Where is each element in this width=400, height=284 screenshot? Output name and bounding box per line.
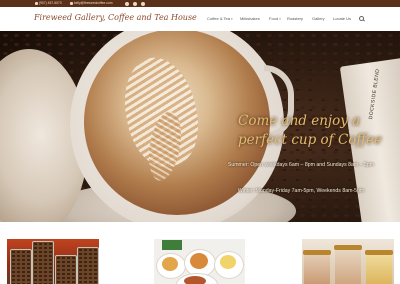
- jar-image: [32, 241, 54, 284]
- facebook-icon[interactable]: [125, 1, 129, 6]
- nav-item-milkshakes[interactable]: Milkshakes: [240, 16, 260, 21]
- site-header: Fireweed Gallery, Coffee and Tea House C…: [0, 7, 400, 32]
- nav-item-gallery[interactable]: Gallery: [312, 16, 325, 21]
- nav-item-food[interactable]: Food ▾: [269, 16, 281, 21]
- email-link[interactable]: kelly@fireweedcoffee.com: [70, 0, 112, 7]
- thumbnail-mason-jar-drinks[interactable]: [302, 239, 394, 284]
- thumbnail-coffee-bean-jars[interactable]: [7, 239, 99, 284]
- instagram-icon[interactable]: [141, 1, 145, 6]
- top-contact-bar: (907) 457-5073 kelly@fireweedcoffee.com: [0, 0, 400, 7]
- chevron-down-icon: ▾: [231, 17, 233, 21]
- mason-jar-image: [334, 245, 362, 284]
- search-icon[interactable]: [359, 16, 365, 21]
- nav-item-roastery[interactable]: Roastery: [287, 16, 303, 21]
- food-image: [220, 255, 236, 269]
- email-icon: [70, 1, 73, 5]
- food-image: [162, 257, 178, 271]
- chevron-down-icon: ▾: [279, 17, 281, 21]
- food-image: [184, 276, 206, 284]
- jar-image: [10, 249, 32, 284]
- hero-winter-hours: Winter: Monday-Friday 7am-5pm, Weekends …: [237, 188, 365, 194]
- nav-item-coffee-tea[interactable]: Coffee & Tea ▾: [207, 16, 233, 21]
- twitter-icon[interactable]: [133, 1, 137, 6]
- hero-title: Come and enjoy a perfect cup of Coffee: [238, 113, 382, 148]
- jar-image: [55, 255, 77, 284]
- hero-summer-hours: Summer: Open weekdays 6am – 8pm and Sund…: [227, 162, 375, 168]
- jar-image: [77, 247, 99, 284]
- phone-link[interactable]: (907) 457-5073: [35, 0, 62, 7]
- site-logo[interactable]: Fireweed Gallery, Coffee and Tea House: [34, 13, 197, 22]
- phone-icon: [35, 1, 38, 5]
- food-image: [190, 253, 208, 269]
- mason-jar-image: [303, 250, 331, 284]
- menu-card-image: [162, 240, 182, 250]
- nav-item-locate-us[interactable]: Locate Us: [333, 16, 351, 21]
- thumbnail-food-plates[interactable]: [154, 239, 245, 284]
- mason-jar-image: [365, 250, 393, 284]
